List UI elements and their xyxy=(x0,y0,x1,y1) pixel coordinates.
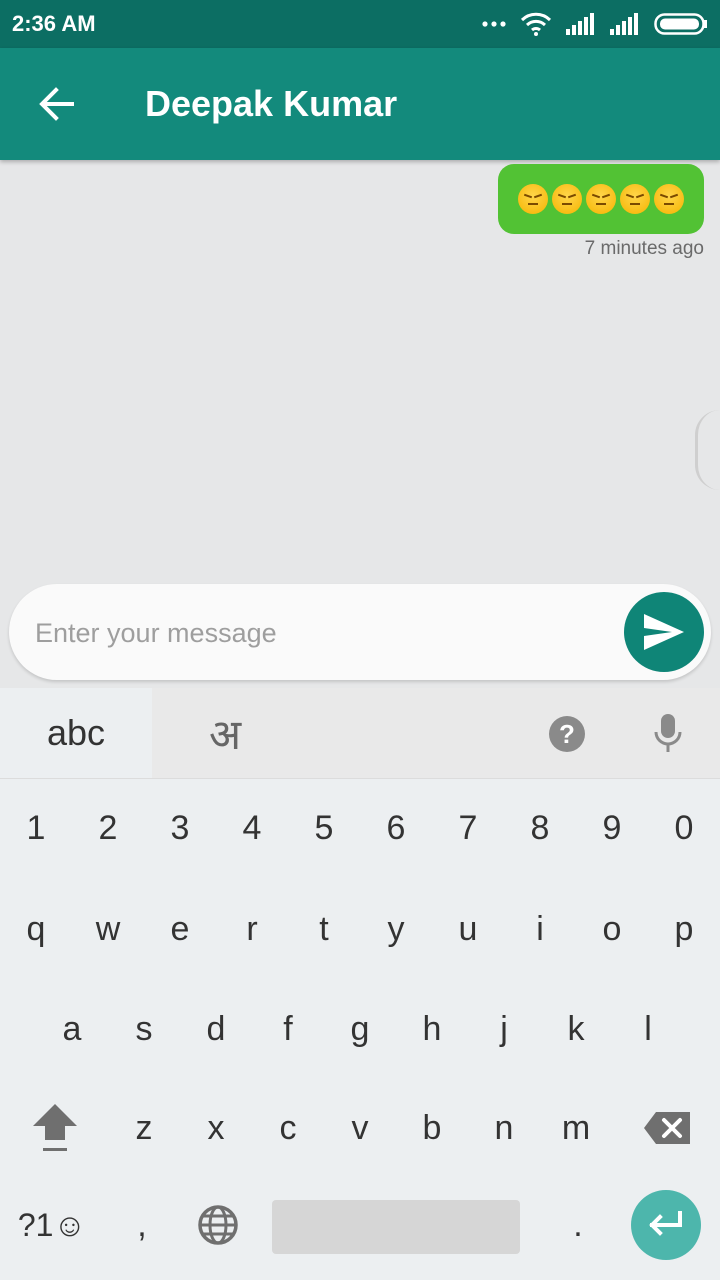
arrow-back-icon xyxy=(39,87,74,121)
page-title: Deepak Kumar xyxy=(145,83,398,124)
key-t[interactable]: t xyxy=(288,884,360,974)
key-e[interactable]: e xyxy=(144,884,216,974)
keyboard-row-3: z x c v b n m xyxy=(0,1083,720,1173)
enter-key[interactable] xyxy=(631,1190,701,1260)
key-m[interactable]: m xyxy=(540,1083,612,1173)
key-8[interactable]: 8 xyxy=(504,783,576,873)
key-h[interactable]: h xyxy=(396,984,468,1074)
key-r[interactable]: r xyxy=(216,884,288,974)
key-d[interactable]: d xyxy=(180,984,252,1074)
send-button[interactable] xyxy=(624,592,704,672)
key-a[interactable]: a xyxy=(36,984,108,1074)
key-4[interactable]: 4 xyxy=(216,783,288,873)
enter-icon xyxy=(649,1211,682,1236)
key-9[interactable]: 9 xyxy=(576,783,648,873)
key-g[interactable]: g xyxy=(324,984,396,1074)
keyboard-toolbar: abc अ ? xyxy=(0,688,720,779)
key-5[interactable]: 5 xyxy=(288,783,360,873)
key-6[interactable]: 6 xyxy=(360,783,432,873)
key-u[interactable]: u xyxy=(432,884,504,974)
space-key[interactable] xyxy=(272,1200,520,1254)
key-j[interactable]: j xyxy=(468,984,540,1074)
language-switch-key[interactable] xyxy=(188,1180,248,1270)
status-time: 2:36 AM xyxy=(12,11,96,36)
key-s[interactable]: s xyxy=(108,984,180,1074)
mic-button[interactable] xyxy=(652,712,684,761)
key-l[interactable]: l xyxy=(612,984,684,1074)
globe-icon xyxy=(198,1205,238,1245)
symbols-key[interactable]: ?1☺ xyxy=(12,1180,92,1270)
message-input[interactable] xyxy=(33,606,617,660)
back-button[interactable] xyxy=(0,48,112,160)
key-period[interactable]: . xyxy=(548,1180,608,1270)
key-comma[interactable]: , xyxy=(112,1180,172,1270)
keyboard-row-bottom: ?1☺ , . xyxy=(0,1180,720,1270)
backspace-key[interactable] xyxy=(636,1083,698,1173)
keyboard-row-2: a s d f g h j k l xyxy=(0,984,720,1074)
key-f[interactable]: f xyxy=(252,984,324,1074)
help-icon[interactable]: ? xyxy=(549,716,585,752)
key-7[interactable]: 7 xyxy=(432,783,504,873)
key-x[interactable]: x xyxy=(180,1083,252,1173)
key-p[interactable]: p xyxy=(648,884,720,974)
message-bubble[interactable] xyxy=(498,164,704,234)
send-icon xyxy=(644,614,684,650)
soft-keyboard: abc अ ? 1 2 3 4 5 6 7 8 9 0 q w e r t y … xyxy=(0,688,720,1280)
status-bar: 2:36 AM xyxy=(0,0,720,48)
wifi-icon xyxy=(520,12,552,36)
message-composer xyxy=(9,584,711,680)
key-c[interactable]: c xyxy=(252,1083,324,1173)
key-3[interactable]: 3 xyxy=(144,783,216,873)
mic-icon xyxy=(654,714,682,752)
key-n[interactable]: n xyxy=(468,1083,540,1173)
battery-icon xyxy=(654,13,707,35)
key-b[interactable]: b xyxy=(396,1083,468,1173)
keyboard-row-numbers: 1 2 3 4 5 6 7 8 9 0 xyxy=(0,783,720,873)
more-dots-icon xyxy=(482,21,506,27)
key-0[interactable]: 0 xyxy=(648,783,720,873)
app-bar: Deepak Kumar xyxy=(0,48,720,160)
key-y[interactable]: y xyxy=(360,884,432,974)
key-k[interactable]: k xyxy=(540,984,612,1074)
persevering-face-emoji xyxy=(586,184,616,214)
shift-icon xyxy=(33,1104,77,1151)
persevering-face-emoji xyxy=(654,184,684,214)
key-i[interactable]: i xyxy=(504,884,576,974)
message-timestamp: 7 minutes ago xyxy=(584,238,704,259)
key-z[interactable]: z xyxy=(108,1083,180,1173)
keyboard-tab-abc[interactable]: abc xyxy=(0,688,152,778)
backspace-icon xyxy=(644,1112,690,1144)
status-icons xyxy=(482,12,708,36)
persevering-face-emoji xyxy=(552,184,582,214)
persevering-face-emoji xyxy=(518,184,548,214)
key-v[interactable]: v xyxy=(324,1083,396,1173)
signal-icon xyxy=(610,13,638,35)
scroll-edge-glow xyxy=(695,410,720,490)
key-q[interactable]: q xyxy=(0,884,72,974)
message-content xyxy=(518,184,684,214)
keyboard-row-1: q w e r t y u i o p xyxy=(0,884,720,974)
shift-key[interactable] xyxy=(24,1083,86,1173)
signal-icon xyxy=(566,13,594,35)
persevering-face-emoji xyxy=(620,184,650,214)
key-2[interactable]: 2 xyxy=(72,783,144,873)
key-1[interactable]: 1 xyxy=(0,783,72,873)
keyboard-tab-hindi[interactable]: अ xyxy=(185,688,265,778)
key-w[interactable]: w xyxy=(72,884,144,974)
key-o[interactable]: o xyxy=(576,884,648,974)
